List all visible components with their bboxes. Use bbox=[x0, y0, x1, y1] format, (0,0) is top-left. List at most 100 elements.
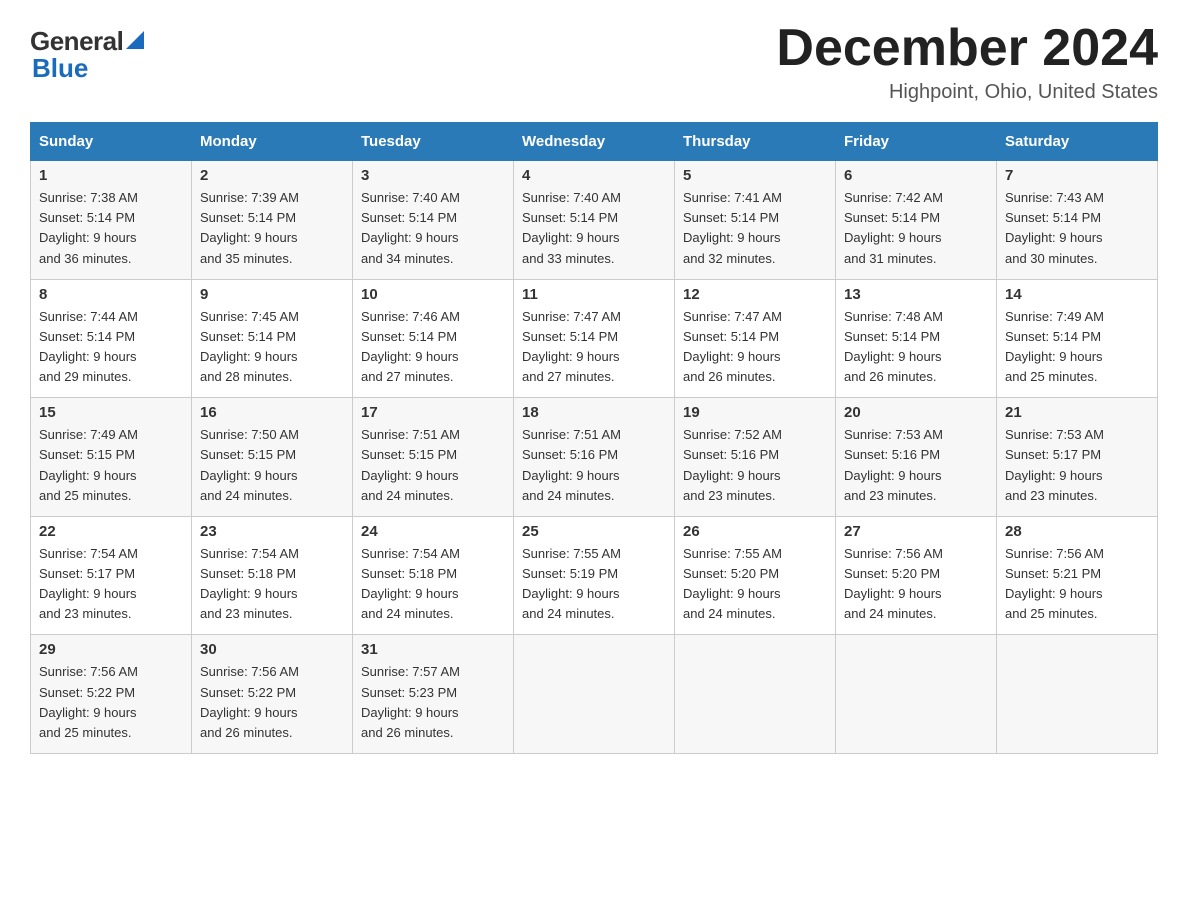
calendar-cell: 11 Sunrise: 7:47 AMSunset: 5:14 PMDaylig… bbox=[514, 279, 675, 398]
day-number: 21 bbox=[1005, 404, 1149, 421]
calendar-cell: 13 Sunrise: 7:48 AMSunset: 5:14 PMDaylig… bbox=[836, 279, 997, 398]
day-info: Sunrise: 7:40 AMSunset: 5:14 PMDaylight:… bbox=[522, 190, 621, 265]
calendar-cell: 1 Sunrise: 7:38 AMSunset: 5:14 PMDayligh… bbox=[31, 161, 192, 280]
day-info: Sunrise: 7:47 AMSunset: 5:14 PMDaylight:… bbox=[683, 309, 782, 384]
day-info: Sunrise: 7:53 AMSunset: 5:16 PMDaylight:… bbox=[844, 427, 943, 502]
day-number: 20 bbox=[844, 404, 988, 421]
day-info: Sunrise: 7:56 AMSunset: 5:22 PMDaylight:… bbox=[39, 664, 138, 739]
calendar-cell: 10 Sunrise: 7:46 AMSunset: 5:14 PMDaylig… bbox=[353, 279, 514, 398]
day-number: 6 bbox=[844, 167, 988, 184]
calendar-cell: 21 Sunrise: 7:53 AMSunset: 5:17 PMDaylig… bbox=[997, 398, 1158, 517]
day-info: Sunrise: 7:51 AMSunset: 5:15 PMDaylight:… bbox=[361, 427, 460, 502]
day-number: 17 bbox=[361, 404, 505, 421]
day-header-saturday: Saturday bbox=[997, 123, 1158, 161]
day-number: 26 bbox=[683, 523, 827, 540]
day-number: 9 bbox=[200, 286, 344, 303]
calendar-cell: 8 Sunrise: 7:44 AMSunset: 5:14 PMDayligh… bbox=[31, 279, 192, 398]
calendar-cell: 6 Sunrise: 7:42 AMSunset: 5:14 PMDayligh… bbox=[836, 161, 997, 280]
day-number: 28 bbox=[1005, 523, 1149, 540]
day-info: Sunrise: 7:45 AMSunset: 5:14 PMDaylight:… bbox=[200, 309, 299, 384]
day-info: Sunrise: 7:41 AMSunset: 5:14 PMDaylight:… bbox=[683, 190, 782, 265]
page-header: General Blue December 2024 Highpoint, Oh… bbox=[30, 20, 1158, 104]
day-header-friday: Friday bbox=[836, 123, 997, 161]
logo-triangle-icon bbox=[126, 31, 144, 49]
calendar-cell: 23 Sunrise: 7:54 AMSunset: 5:18 PMDaylig… bbox=[192, 516, 353, 635]
day-header-thursday: Thursday bbox=[675, 123, 836, 161]
day-header-monday: Monday bbox=[192, 123, 353, 161]
calendar-cell: 5 Sunrise: 7:41 AMSunset: 5:14 PMDayligh… bbox=[675, 161, 836, 280]
day-number: 16 bbox=[200, 404, 344, 421]
calendar-cell: 14 Sunrise: 7:49 AMSunset: 5:14 PMDaylig… bbox=[997, 279, 1158, 398]
day-number: 22 bbox=[39, 523, 183, 540]
calendar-cell: 18 Sunrise: 7:51 AMSunset: 5:16 PMDaylig… bbox=[514, 398, 675, 517]
calendar-cell: 30 Sunrise: 7:56 AMSunset: 5:22 PMDaylig… bbox=[192, 635, 353, 754]
day-number: 27 bbox=[844, 523, 988, 540]
logo-blue-text: Blue bbox=[32, 53, 88, 84]
day-header-sunday: Sunday bbox=[31, 123, 192, 161]
day-info: Sunrise: 7:55 AMSunset: 5:19 PMDaylight:… bbox=[522, 546, 621, 621]
day-info: Sunrise: 7:56 AMSunset: 5:20 PMDaylight:… bbox=[844, 546, 943, 621]
day-info: Sunrise: 7:47 AMSunset: 5:14 PMDaylight:… bbox=[522, 309, 621, 384]
calendar-cell: 25 Sunrise: 7:55 AMSunset: 5:19 PMDaylig… bbox=[514, 516, 675, 635]
day-info: Sunrise: 7:54 AMSunset: 5:18 PMDaylight:… bbox=[361, 546, 460, 621]
day-number: 11 bbox=[522, 286, 666, 303]
calendar-week-row: 22 Sunrise: 7:54 AMSunset: 5:17 PMDaylig… bbox=[31, 516, 1158, 635]
calendar-week-row: 29 Sunrise: 7:56 AMSunset: 5:22 PMDaylig… bbox=[31, 635, 1158, 754]
day-number: 10 bbox=[361, 286, 505, 303]
calendar-header-row: SundayMondayTuesdayWednesdayThursdayFrid… bbox=[31, 123, 1158, 161]
day-info: Sunrise: 7:39 AMSunset: 5:14 PMDaylight:… bbox=[200, 190, 299, 265]
calendar-week-row: 1 Sunrise: 7:38 AMSunset: 5:14 PMDayligh… bbox=[31, 161, 1158, 280]
day-info: Sunrise: 7:44 AMSunset: 5:14 PMDaylight:… bbox=[39, 309, 138, 384]
calendar-cell: 19 Sunrise: 7:52 AMSunset: 5:16 PMDaylig… bbox=[675, 398, 836, 517]
calendar-cell: 20 Sunrise: 7:53 AMSunset: 5:16 PMDaylig… bbox=[836, 398, 997, 517]
day-number: 18 bbox=[522, 404, 666, 421]
day-info: Sunrise: 7:42 AMSunset: 5:14 PMDaylight:… bbox=[844, 190, 943, 265]
day-info: Sunrise: 7:54 AMSunset: 5:17 PMDaylight:… bbox=[39, 546, 138, 621]
calendar-cell bbox=[836, 635, 997, 754]
day-info: Sunrise: 7:43 AMSunset: 5:14 PMDaylight:… bbox=[1005, 190, 1104, 265]
day-info: Sunrise: 7:52 AMSunset: 5:16 PMDaylight:… bbox=[683, 427, 782, 502]
day-number: 12 bbox=[683, 286, 827, 303]
day-number: 5 bbox=[683, 167, 827, 184]
calendar-cell: 7 Sunrise: 7:43 AMSunset: 5:14 PMDayligh… bbox=[997, 161, 1158, 280]
calendar-cell: 12 Sunrise: 7:47 AMSunset: 5:14 PMDaylig… bbox=[675, 279, 836, 398]
day-info: Sunrise: 7:49 AMSunset: 5:15 PMDaylight:… bbox=[39, 427, 138, 502]
calendar-cell: 28 Sunrise: 7:56 AMSunset: 5:21 PMDaylig… bbox=[997, 516, 1158, 635]
calendar-cell: 2 Sunrise: 7:39 AMSunset: 5:14 PMDayligh… bbox=[192, 161, 353, 280]
calendar-cell: 15 Sunrise: 7:49 AMSunset: 5:15 PMDaylig… bbox=[31, 398, 192, 517]
day-info: Sunrise: 7:56 AMSunset: 5:22 PMDaylight:… bbox=[200, 664, 299, 739]
day-info: Sunrise: 7:57 AMSunset: 5:23 PMDaylight:… bbox=[361, 664, 460, 739]
day-number: 8 bbox=[39, 286, 183, 303]
day-info: Sunrise: 7:51 AMSunset: 5:16 PMDaylight:… bbox=[522, 427, 621, 502]
calendar-cell: 3 Sunrise: 7:40 AMSunset: 5:14 PMDayligh… bbox=[353, 161, 514, 280]
day-number: 30 bbox=[200, 641, 344, 658]
logo: General Blue bbox=[30, 26, 144, 84]
day-header-wednesday: Wednesday bbox=[514, 123, 675, 161]
calendar-cell bbox=[675, 635, 836, 754]
calendar-cell: 24 Sunrise: 7:54 AMSunset: 5:18 PMDaylig… bbox=[353, 516, 514, 635]
calendar-cell: 29 Sunrise: 7:56 AMSunset: 5:22 PMDaylig… bbox=[31, 635, 192, 754]
day-info: Sunrise: 7:55 AMSunset: 5:20 PMDaylight:… bbox=[683, 546, 782, 621]
calendar-cell bbox=[514, 635, 675, 754]
day-number: 23 bbox=[200, 523, 344, 540]
day-info: Sunrise: 7:40 AMSunset: 5:14 PMDaylight:… bbox=[361, 190, 460, 265]
location-subtitle: Highpoint, Ohio, United States bbox=[776, 81, 1158, 104]
calendar-cell: 16 Sunrise: 7:50 AMSunset: 5:15 PMDaylig… bbox=[192, 398, 353, 517]
day-info: Sunrise: 7:50 AMSunset: 5:15 PMDaylight:… bbox=[200, 427, 299, 502]
title-block: December 2024 Highpoint, Ohio, United St… bbox=[776, 20, 1158, 104]
day-info: Sunrise: 7:46 AMSunset: 5:14 PMDaylight:… bbox=[361, 309, 460, 384]
calendar-table: SundayMondayTuesdayWednesdayThursdayFrid… bbox=[30, 122, 1158, 754]
day-number: 31 bbox=[361, 641, 505, 658]
calendar-week-row: 8 Sunrise: 7:44 AMSunset: 5:14 PMDayligh… bbox=[31, 279, 1158, 398]
day-info: Sunrise: 7:49 AMSunset: 5:14 PMDaylight:… bbox=[1005, 309, 1104, 384]
day-number: 25 bbox=[522, 523, 666, 540]
calendar-cell: 17 Sunrise: 7:51 AMSunset: 5:15 PMDaylig… bbox=[353, 398, 514, 517]
day-number: 7 bbox=[1005, 167, 1149, 184]
day-number: 4 bbox=[522, 167, 666, 184]
day-info: Sunrise: 7:53 AMSunset: 5:17 PMDaylight:… bbox=[1005, 427, 1104, 502]
calendar-cell: 31 Sunrise: 7:57 AMSunset: 5:23 PMDaylig… bbox=[353, 635, 514, 754]
day-number: 29 bbox=[39, 641, 183, 658]
calendar-cell: 27 Sunrise: 7:56 AMSunset: 5:20 PMDaylig… bbox=[836, 516, 997, 635]
day-info: Sunrise: 7:54 AMSunset: 5:18 PMDaylight:… bbox=[200, 546, 299, 621]
day-number: 3 bbox=[361, 167, 505, 184]
